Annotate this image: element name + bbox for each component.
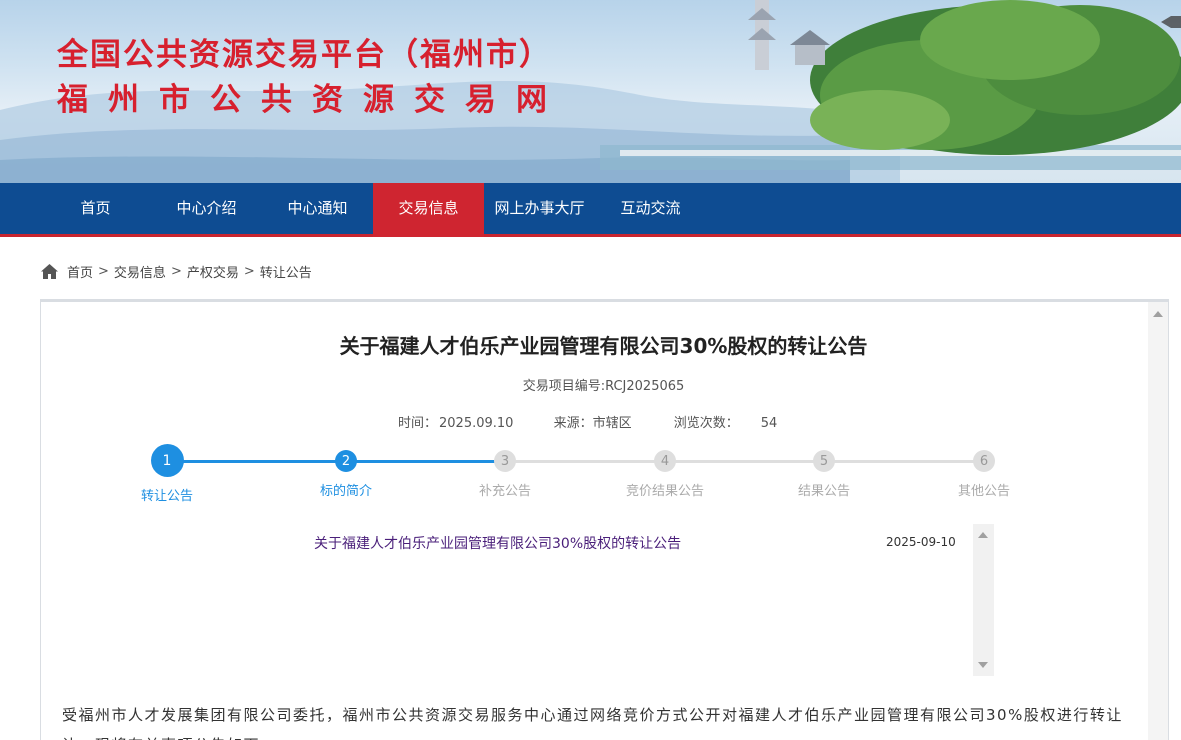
step-number: 1 [150,444,184,477]
scroll-up-arrow-icon[interactable] [978,532,988,538]
breadcrumb-trade-info[interactable]: 交易信息 [114,262,166,281]
step-number: 2 [335,450,357,472]
views-value: 54 [760,416,778,431]
step-label: 其他公告 [957,484,1010,499]
step-other-notice[interactable]: 6 其他公告 [924,442,1044,499]
step-label: 转让公告 [140,489,193,504]
banner-title: 全国公共资源交易平台（福州市） 福州市公共资源交易网 [57,40,567,116]
announcement-link[interactable]: 关于福建人才伯乐产业园管理有限公司30%股权的转让公告 [314,533,681,553]
announcement-date: 2025-09-10 [886,535,956,549]
breadcrumb: 首页 > 交易信息 > 产权交易 > 转让公告 [40,261,312,281]
speaker-icon[interactable] [1157,8,1181,32]
page-scrollbar[interactable] [1148,302,1168,740]
breadcrumb-home[interactable]: 首页 [67,262,93,281]
banner-title-line1: 全国公共资源交易平台（福州市） [57,37,552,73]
project-code: 交易项目编号:RCJ2025065 [522,379,685,394]
step-bid-result-notice[interactable]: 4 竞价结果公告 [605,442,725,499]
source-label: 来源： [553,416,593,431]
step-number: 5 [813,450,835,472]
nav-item-about[interactable]: 中心介绍 [151,183,262,237]
article-meta: 时间： 2025.09.10 来源：市辖区 浏览次数： 54 [398,412,777,431]
nav-item-trade-info[interactable]: 交易信息 [373,183,484,237]
banner-title-line2: 福州市公共资源交易网 [57,82,567,118]
step-label: 标的简介 [319,484,372,499]
step-connector [505,460,985,463]
scroll-down-arrow-icon[interactable] [978,662,988,668]
step-number: 4 [654,450,676,472]
content-panel: 关于福建人才伯乐产业园管理有限公司30%股权的转让公告 交易项目编号:RCJ20… [40,299,1169,740]
article-body-line: 让，现将有关事项公告如下： [62,730,1147,740]
breadcrumb-property-trade[interactable]: 产权交易 [187,262,239,281]
article-title: 关于福建人才伯乐产业园管理有限公司30%股权的转让公告 [339,334,868,358]
nav-item-interaction[interactable]: 互动交流 [595,183,706,237]
step-label: 结果公告 [797,484,850,499]
nav-item-home[interactable]: 首页 [40,183,151,237]
step-label: 补充公告 [478,484,531,499]
step-number: 3 [494,450,516,472]
scroll-up-arrow-icon[interactable] [1153,311,1163,317]
breadcrumb-separator: > [170,263,182,279]
source-value: 市辖区 [592,416,632,431]
nav-item-online-hall[interactable]: 网上办事大厅 [484,183,595,237]
breadcrumb-transfer-notice[interactable]: 转让公告 [260,262,312,281]
site-banner: 全国公共资源交易平台（福州市） 福州市公共资源交易网 [0,0,1181,183]
article-body: 受福州市人才发展集团有限公司委托，福州市公共资源交易服务中心通过网络竞价方式公开… [62,700,1147,740]
announcement-list: 关于福建人才伯乐产业园管理有限公司30%股权的转让公告 2025-09-10 [246,524,996,676]
step-subject-intro[interactable]: 2 标的简介 [286,442,406,499]
step-transfer-notice[interactable]: 1 转让公告 [107,442,227,504]
step-label: 竞价结果公告 [625,484,704,499]
step-result-notice[interactable]: 5 结果公告 [764,442,884,499]
nav-item-notice[interactable]: 中心通知 [262,183,373,237]
home-icon [41,263,58,279]
list-scrollbar[interactable] [973,524,994,676]
step-number: 6 [973,450,995,472]
main-nav: 首页 中心介绍 中心通知 交易信息 网上办事大厅 互动交流 [0,183,1181,237]
step-supplement-notice[interactable]: 3 补充公告 [445,442,565,499]
time-label: 时间： [398,416,438,431]
breadcrumb-separator: > [243,263,255,279]
time-value: 2025.09.10 [439,416,514,431]
progress-steps: 1 转让公告 2 标的简介 3 补充公告 4 竞价结果公告 5 结果公告 6 其… [41,442,1166,512]
views-label: 浏览次数： [673,416,739,431]
article-body-line: 受福州市人才发展集团有限公司委托，福州市公共资源交易服务中心通过网络竞价方式公开… [62,706,1123,724]
breadcrumb-separator: > [98,263,109,279]
